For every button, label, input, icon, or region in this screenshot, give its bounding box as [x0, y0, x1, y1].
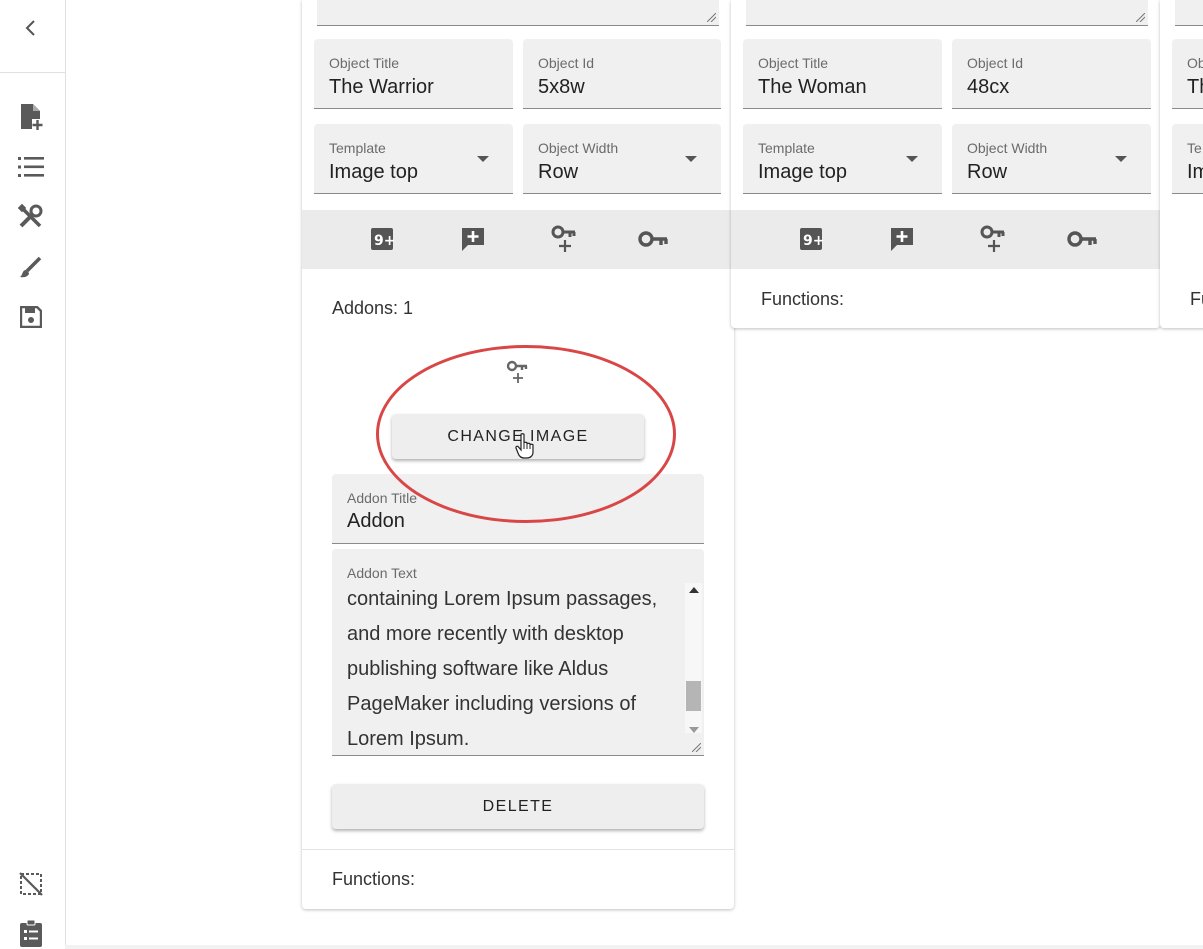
object-description-textarea[interactable] — [1175, 0, 1203, 26]
addons-count: Addons: 1 — [332, 298, 414, 318]
template-value: Image top — [329, 161, 418, 183]
add-key-icon[interactable] — [977, 224, 1007, 254]
template-select[interactable]: Template Image top — [743, 124, 942, 194]
object-title-field[interactable]: Ob Th — [1172, 39, 1203, 109]
resize-grip-icon[interactable] — [1136, 13, 1145, 22]
template-label: Te — [1187, 140, 1202, 156]
object-id-field[interactable]: Object Id 48cx — [952, 39, 1151, 109]
scroll-up-arrow-icon[interactable] — [689, 587, 699, 593]
scroll-down-arrow-icon[interactable] — [689, 727, 699, 733]
add-image-icon[interactable]: 9+ — [796, 224, 826, 254]
object-width-value: Row — [538, 161, 579, 183]
file-add-icon[interactable] — [16, 102, 46, 132]
object-title-value[interactable]: The Warrior — [329, 76, 434, 99]
object-title-label: Object Title — [329, 55, 400, 71]
add-key-icon[interactable] — [548, 224, 578, 254]
svg-text:9+: 9+ — [803, 233, 823, 249]
card-divider — [302, 849, 734, 850]
functions-label: Functions: — [332, 869, 416, 889]
addon-key-icon — [505, 360, 531, 388]
bottom-scrollbar-track — [65, 945, 1203, 949]
addon-title-label: Addon Title — [347, 490, 418, 506]
addon-title-value[interactable]: Addon — [347, 510, 405, 533]
addon-text-label: Addon Text — [347, 565, 417, 581]
rail-divider — [0, 72, 65, 73]
object-id-value[interactable]: 5x8w — [538, 76, 585, 99]
add-comment-icon[interactable] — [458, 224, 488, 254]
object-title-label: Object Title — [758, 55, 829, 71]
template-label: Template — [758, 140, 815, 156]
addon-text-field[interactable]: Addon Text containing Lorem Ipsum passag… — [332, 549, 704, 756]
object-title-value[interactable]: Th — [1187, 76, 1203, 99]
chevron-left-icon[interactable] — [17, 14, 45, 42]
template-label: Template — [329, 140, 386, 156]
dropdown-arrow-icon[interactable] — [1115, 156, 1127, 162]
template-select[interactable]: Template Image top — [314, 124, 513, 194]
object-id-value[interactable]: 48cx — [967, 76, 1009, 99]
object-width-select[interactable]: Object Width Row — [952, 124, 1151, 194]
object-title-value[interactable]: The Woman — [758, 76, 867, 99]
clipboard-list-icon[interactable] — [16, 918, 46, 948]
object-width-label: Object Width — [538, 140, 619, 156]
add-image-icon[interactable]: 9+ — [367, 224, 397, 254]
svg-text:9+: 9+ — [374, 233, 394, 249]
template-value: Image top — [758, 161, 847, 183]
hand-cursor-icon — [515, 433, 534, 459]
key-icon[interactable] — [638, 224, 668, 254]
side-rail — [0, 0, 66, 949]
scroll-thumb[interactable] — [686, 681, 701, 711]
object-id-label: Object Id — [967, 55, 1024, 71]
addon-text-scrollbar[interactable] — [685, 583, 702, 733]
object-id-label: Object Id — [538, 55, 595, 71]
tools-icon[interactable] — [16, 202, 46, 232]
object-title-label: Ob — [1187, 55, 1203, 71]
select-off-icon[interactable] — [16, 869, 46, 899]
template-value: Im — [1187, 161, 1203, 183]
delete-button[interactable]: DELETE — [332, 784, 704, 829]
resize-grip-icon[interactable] — [692, 743, 701, 752]
object-title-field[interactable]: Object Title The Warrior — [314, 39, 513, 109]
dropdown-arrow-icon[interactable] — [906, 156, 918, 162]
dropdown-arrow-icon[interactable] — [477, 156, 489, 162]
object-title-field[interactable]: Object Title The Woman — [743, 39, 942, 109]
key-icon[interactable] — [1067, 224, 1097, 254]
functions-label: Fu — [1190, 289, 1203, 309]
list-icon[interactable] — [16, 152, 46, 182]
object-description-textarea[interactable] — [317, 0, 719, 26]
add-comment-icon[interactable] — [887, 224, 917, 254]
object-id-field[interactable]: Object Id 5x8w — [523, 39, 721, 109]
object-description-textarea[interactable] — [746, 0, 1148, 26]
resize-grip-icon[interactable] — [707, 13, 716, 22]
object-width-value: Row — [967, 161, 1008, 183]
addon-title-field[interactable]: Addon Title Addon — [332, 474, 704, 544]
addon-text-value[interactable]: containing Lorem Ipsum passages, and mor… — [347, 582, 672, 755]
template-select[interactable]: Te Im — [1172, 124, 1203, 194]
object-width-select[interactable]: Object Width Row — [523, 124, 721, 194]
object-width-label: Object Width — [967, 140, 1048, 156]
dropdown-arrow-icon[interactable] — [685, 156, 697, 162]
brush-icon[interactable] — [16, 252, 46, 282]
functions-label: Functions: — [761, 289, 845, 309]
save-icon[interactable] — [16, 302, 46, 332]
